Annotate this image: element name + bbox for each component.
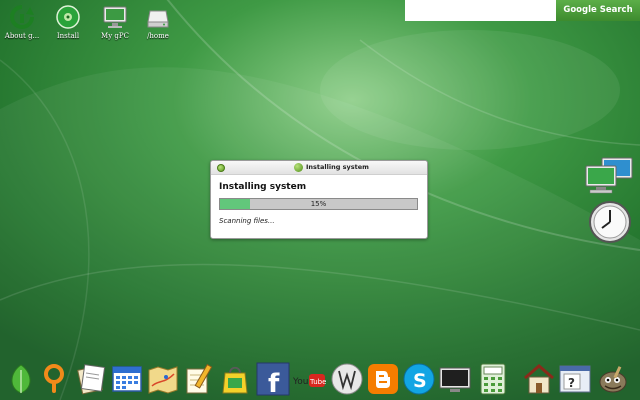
skype-icon[interactable]: S [402, 362, 436, 396]
install-dialog: Installing system Installing system 15% … [210, 160, 428, 239]
shopping-bag-icon[interactable] [218, 362, 252, 396]
map-icon[interactable] [146, 362, 180, 396]
svg-text:Tube: Tube [309, 378, 326, 386]
app-icon [294, 163, 303, 172]
desktop-icon-label: /home [147, 32, 169, 40]
close-icon[interactable] [217, 164, 225, 172]
document-icon[interactable] [74, 362, 108, 396]
status-text: Scanning files... [219, 217, 275, 225]
home-icon[interactable] [522, 362, 556, 396]
facebook-icon[interactable]: f [256, 362, 290, 396]
svg-text:f: f [268, 369, 280, 396]
desktop-icon-label: Install [56, 32, 80, 40]
network-computers-icon[interactable] [584, 156, 636, 196]
desktop-icon-install[interactable]: Install [46, 4, 90, 40]
notepad-pencil-icon[interactable] [182, 362, 216, 396]
desktop-icon-label: About g... [4, 32, 40, 40]
computer-monitor-icon [103, 6, 127, 28]
desktop-icon-my-gpc[interactable]: My gPC [93, 4, 137, 40]
help-icon[interactable]: ? [558, 362, 592, 396]
dialog-titlebar[interactable]: Installing system [211, 161, 427, 175]
progress-text: 15% [310, 200, 327, 208]
svg-text:You: You [292, 377, 309, 387]
monitor-icon[interactable] [438, 362, 472, 396]
youtube-icon[interactable]: You Tube [292, 362, 326, 396]
desktop-icon-home[interactable]: /home [136, 4, 180, 40]
wikipedia-icon[interactable] [330, 362, 364, 396]
google-search-button[interactable]: Google Search [556, 0, 640, 21]
search-magnifier-icon[interactable] [38, 362, 72, 396]
svg-text:S: S [413, 370, 427, 392]
gimp-icon[interactable] [596, 362, 630, 396]
info-refresh-icon [10, 5, 34, 29]
dialog-title: Installing system [306, 163, 369, 171]
leaf-icon[interactable] [4, 362, 38, 396]
clock-icon[interactable] [588, 200, 632, 244]
dialog-heading: Installing system [219, 182, 307, 192]
progress-bar: 15% [219, 198, 418, 210]
google-search-bar: Google Search [405, 0, 640, 21]
calendar-icon[interactable] [110, 362, 144, 396]
install-disc-icon [56, 5, 80, 29]
calculator-icon[interactable] [476, 362, 510, 396]
desktop-icon-about[interactable]: About g... [0, 4, 44, 40]
desktop-icon-label: My gPC [101, 32, 129, 40]
drive-icon [147, 10, 169, 28]
blogger-icon[interactable] [366, 362, 400, 396]
search-input[interactable] [405, 0, 555, 21]
svg-text:?: ? [568, 376, 575, 390]
